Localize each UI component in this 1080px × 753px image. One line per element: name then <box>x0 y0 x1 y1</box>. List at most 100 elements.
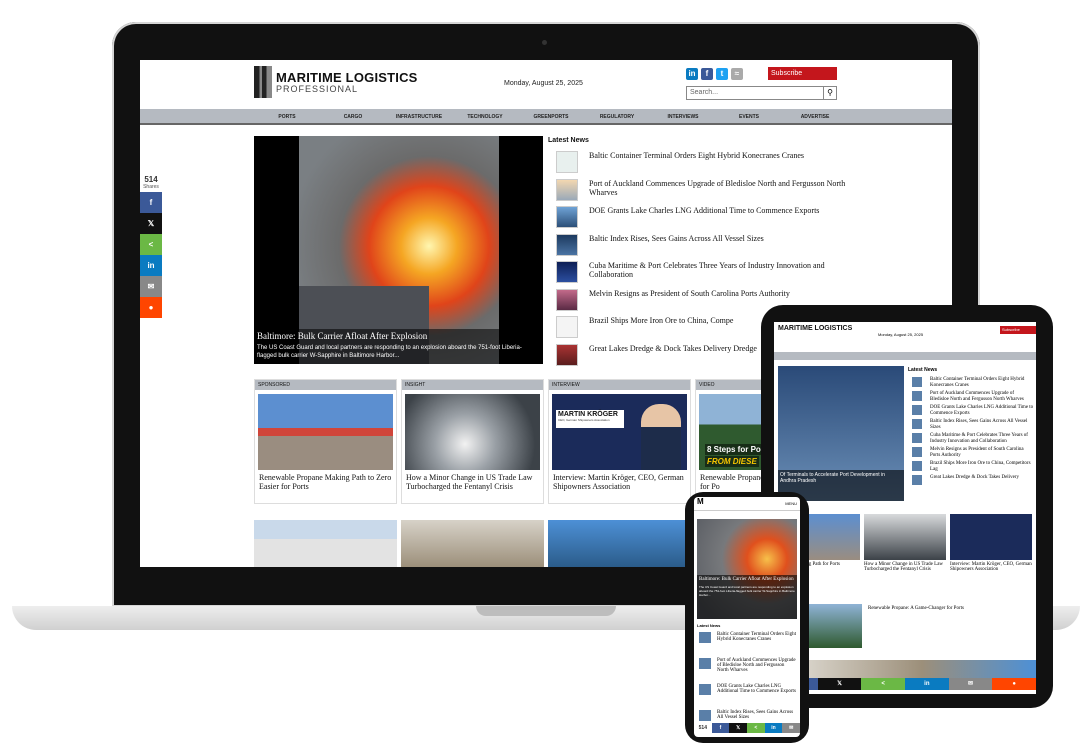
interview-banner: MARTIN KRÖGER CEO, German Shipowners Ass… <box>556 410 624 428</box>
nav-item-greenports[interactable]: GREENPORTS <box>518 109 584 123</box>
story-card-image[interactable] <box>548 520 691 567</box>
phone-share-bar: 514 f 𝕏 < in ✉ <box>694 723 800 733</box>
nav-item-interviews[interactable]: INTERVIEWS <box>650 109 716 123</box>
share-x-icon[interactable]: 𝕏 <box>817 678 862 690</box>
share-label: Shares <box>143 184 159 190</box>
news-title[interactable]: Melvin Resigns as President of South Car… <box>930 447 1034 461</box>
tablet-video-image[interactable] <box>806 604 862 648</box>
nav-item-infrastructure[interactable]: INFRASTRUCTURE <box>386 109 452 123</box>
list-item[interactable]: Cuba Maritime & Port Celebrates Three Ye… <box>556 261 846 289</box>
section-interview[interactable]: INTERVIEW MARTIN KRÖGER CEO, German Ship… <box>548 379 691 504</box>
share-x-icon[interactable]: 𝕏 <box>729 723 748 733</box>
news-title[interactable]: Great Lakes Dredge & Dock Takes Delivery… <box>589 344 757 353</box>
share-icon[interactable]: < <box>861 678 906 690</box>
nav-item-advertise[interactable]: ADVERTISE <box>782 109 848 123</box>
list-item[interactable]: Port of Auckland Commences Upgrade of Bl… <box>699 658 797 684</box>
share-facebook-icon[interactable]: f <box>711 723 730 733</box>
list-item[interactable]: Melvin Resigns as President of South Car… <box>912 447 1034 461</box>
share-linkedin-icon[interactable]: in <box>905 678 949 690</box>
share-icon[interactable]: < <box>140 234 162 255</box>
share-x-icon[interactable]: 𝕏 <box>140 213 162 234</box>
news-title[interactable]: Brazil Ships More Iron Ore to China, Com… <box>589 316 733 325</box>
logo-mark <box>254 66 272 98</box>
hero-story[interactable]: Baltimore: Bulk Carrier Afloat After Exp… <box>254 136 543 364</box>
nav-item-regulatory[interactable]: REGULATORY <box>584 109 650 123</box>
list-item[interactable]: Port of Auckland Commences Upgrade of Bl… <box>556 178 846 207</box>
list-item[interactable]: Baltic Index Rises, Sees Gains Across Al… <box>556 233 846 262</box>
search-icon[interactable]: ⚲ <box>823 86 837 100</box>
news-title[interactable]: Baltic Index Rises, Sees Gains Across Al… <box>930 419 1034 433</box>
phone-menu-button[interactable]: MENU <box>785 501 797 506</box>
news-title[interactable]: Port of Auckland Commences Upgrade of Bl… <box>589 179 846 197</box>
header-date: Monday, August 25, 2025 <box>504 80 583 87</box>
list-item[interactable]: Baltic Container Terminal Orders Eight H… <box>556 151 846 179</box>
nav-item-cargo[interactable]: CARGO <box>320 109 386 123</box>
news-title[interactable]: Port of Auckland Commences Upgrade of Bl… <box>717 658 797 684</box>
nav-item-events[interactable]: EVENTS <box>716 109 782 123</box>
news-title[interactable]: Great Lakes Dredge & Dock Takes Delivery <box>930 475 1019 489</box>
email-icon[interactable]: ✉ <box>948 678 993 690</box>
twitter-icon[interactable]: t <box>716 68 728 80</box>
facebook-icon[interactable]: f <box>701 68 713 80</box>
tablet-section[interactable]: How a Minor Change in US Trade Law Turbo… <box>864 514 946 584</box>
news-thumb <box>556 233 578 256</box>
share-linkedin-icon[interactable]: in <box>140 255 162 276</box>
section-title[interactable]: Interview: Martin Kröger, CEO, German Sh… <box>549 470 690 494</box>
section-title[interactable]: How a Minor Change in US Trade Law Turbo… <box>864 560 946 572</box>
tablet-subscribe-button[interactable]: Subscribe <box>1000 326 1036 334</box>
phone-hero[interactable]: Baltimore: Bulk Carrier Afloat After Exp… <box>697 519 797 619</box>
news-title[interactable]: DOE Grants Lake Charles LNG Additional T… <box>930 405 1034 419</box>
news-title[interactable]: Baltic Container Terminal Orders Eight H… <box>589 151 804 160</box>
phone-hero-title[interactable]: Baltimore: Bulk Carrier Afloat After Exp… <box>699 577 795 583</box>
list-item[interactable]: Brazil Ships More Iron Ore to China, Com… <box>912 461 1034 475</box>
rss-icon[interactable]: ≈ <box>731 68 743 80</box>
share-linkedin-icon[interactable]: in <box>764 723 783 733</box>
nav-item-technology[interactable]: TECHNOLOGY <box>452 109 518 123</box>
list-item[interactable]: Great Lakes Dredge & Dock Takes Delivery <box>912 475 1034 489</box>
tablet-video-title[interactable]: Renewable Propane: A Game-Changer for Po… <box>868 606 964 611</box>
section-label: INSIGHT <box>402 380 543 390</box>
search-input[interactable]: Search... <box>686 86 824 100</box>
list-item[interactable]: Baltic Index Rises, Sees Gains Across Al… <box>912 419 1034 433</box>
news-title[interactable]: Baltic Index Rises, Sees Gains Across Al… <box>589 234 764 243</box>
news-title[interactable]: Port of Auckland Commences Upgrade of Bl… <box>930 391 1034 405</box>
site-logo[interactable]: MARITIME LOGISTICS PROFESSIONAL <box>254 66 417 98</box>
tablet-story-strip[interactable] <box>808 660 1036 678</box>
email-icon[interactable]: ✉ <box>782 723 800 733</box>
news-title[interactable]: Baltic Container Terminal Orders Eight H… <box>717 632 797 658</box>
section-title[interactable]: How a Minor Change in US Trade Law Turbo… <box>402 470 543 494</box>
linkedin-icon[interactable]: in <box>686 68 698 80</box>
tablet-hero[interactable]: Of Terminals to Accelerate Port Developm… <box>778 366 904 501</box>
reddit-icon[interactable]: ● <box>140 297 162 318</box>
hero-title[interactable]: Baltimore: Bulk Carrier Afloat After Exp… <box>257 331 540 341</box>
story-card-image[interactable] <box>254 520 397 567</box>
list-item[interactable]: Baltic Container Terminal Orders Eight H… <box>699 632 797 658</box>
news-title[interactable]: Brazil Ships More Iron Ore to China, Com… <box>930 461 1034 475</box>
list-item[interactable]: DOE Grants Lake Charles LNG Additional T… <box>912 405 1034 419</box>
list-item[interactable]: Baltic Container Terminal Orders Eight H… <box>912 377 1034 391</box>
section-sponsored[interactable]: SPONSORED Renewable Propane Making Path … <box>254 379 397 504</box>
news-title[interactable]: Baltic Container Terminal Orders Eight H… <box>930 377 1034 391</box>
tablet-section[interactable]: Interview: Martin Kröger, CEO, German Sh… <box>950 514 1032 584</box>
news-title[interactable]: Cuba Maritime & Port Celebrates Three Ye… <box>589 261 846 279</box>
subscribe-button[interactable]: Subscribe <box>768 67 837 80</box>
share-icon[interactable]: < <box>747 723 765 733</box>
section-title[interactable]: Interview: Martin Kröger, CEO, German Sh… <box>950 560 1032 572</box>
news-thumb <box>556 178 578 201</box>
news-title[interactable]: DOE Grants Lake Charles LNG Additional T… <box>589 206 819 215</box>
list-item[interactable]: Cuba Maritime & Port Celebrates Three Ye… <box>912 433 1034 447</box>
list-item[interactable]: DOE Grants Lake Charles LNG Additional T… <box>699 684 797 710</box>
news-title[interactable]: Melvin Resigns as President of South Car… <box>589 289 790 298</box>
share-facebook-icon[interactable]: f <box>140 192 162 213</box>
news-title[interactable]: Cuba Maritime & Port Celebrates Three Ye… <box>930 433 1034 447</box>
reddit-icon[interactable]: ● <box>992 678 1036 690</box>
list-item[interactable]: Port of Auckland Commences Upgrade of Bl… <box>912 391 1034 405</box>
section-title[interactable]: Renewable Propane Making Path to Zero Ea… <box>255 470 396 494</box>
section-insight[interactable]: INSIGHT How a Minor Change in US Trade L… <box>401 379 544 504</box>
news-title[interactable]: DOE Grants Lake Charles LNG Additional T… <box>717 684 797 710</box>
nav-item-ports[interactable]: PORTS <box>254 109 320 123</box>
tablet-logo[interactable]: MARITIME LOGISTICS <box>778 325 852 332</box>
story-card-image[interactable] <box>401 520 544 567</box>
list-item[interactable]: DOE Grants Lake Charles LNG Additional T… <box>556 206 846 234</box>
email-icon[interactable]: ✉ <box>140 276 162 297</box>
